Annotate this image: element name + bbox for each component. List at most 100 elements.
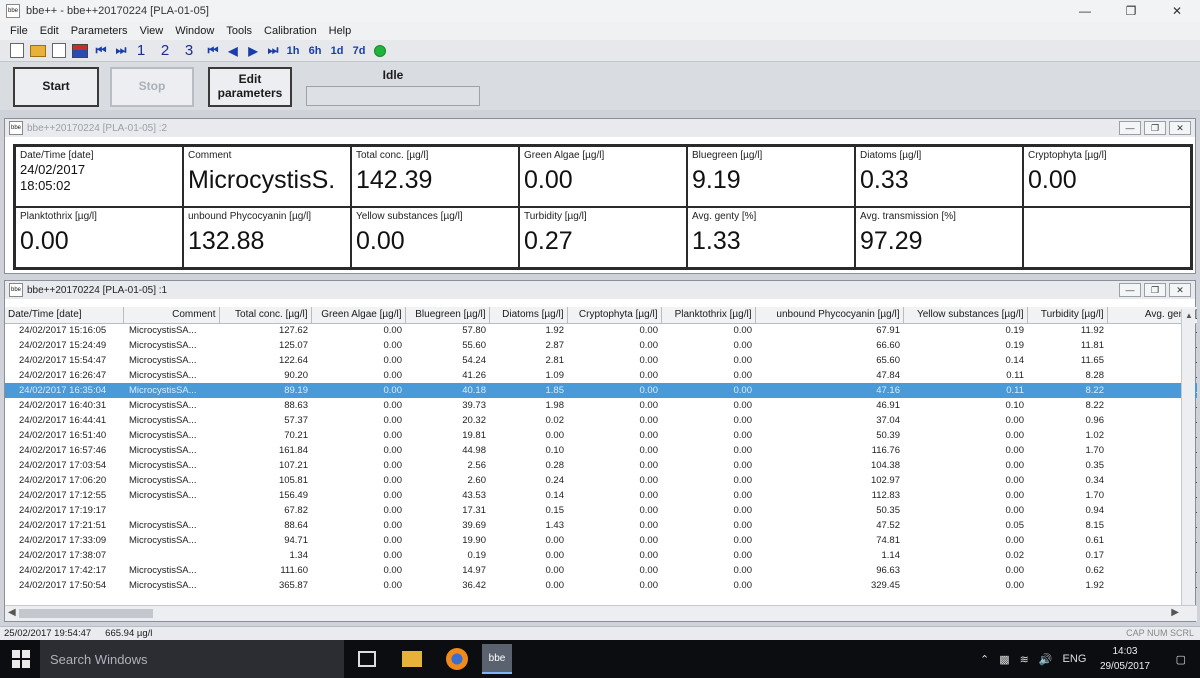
start-button[interactable]: Start: [13, 67, 99, 107]
column-header[interactable]: Yellow substances [µg/l]: [903, 307, 1028, 324]
close-icon[interactable]: ✕: [1169, 121, 1191, 135]
menu-view[interactable]: View: [140, 25, 164, 37]
minimize-icon[interactable]: —: [1119, 121, 1141, 135]
table-row[interactable]: 24/02/2017 16:57:46 MicrocystisSA... 161.8…: [5, 443, 1197, 458]
column-header[interactable]: Bluegreen [µg/l]: [405, 307, 490, 324]
table-row[interactable]: 24/02/2017 17:03:54 MicrocystisSA... 107.2…: [5, 458, 1197, 473]
table-row[interactable]: 24/02/2017 15:16:05 MicrocystisSA... 127.6…: [5, 323, 1197, 338]
file-explorer-icon[interactable]: [402, 651, 422, 667]
table-cell: 24/02/2017 16:44:41: [19, 415, 107, 426]
table-row[interactable]: 24/02/2017 15:54:47 MicrocystisSA... 122.6…: [5, 353, 1197, 368]
value-card-label: Cryptophyta [µg/l]: [1028, 150, 1107, 161]
vertical-scrollbar[interactable]: ▲: [1181, 309, 1195, 605]
range-1h-button[interactable]: 1h: [286, 42, 300, 60]
menu-calibration[interactable]: Calibration: [264, 25, 317, 37]
column-header[interactable]: Cryptophyta [µg/l]: [567, 307, 662, 324]
table-view-icon[interactable]: [72, 43, 88, 58]
column-header[interactable]: Total conc. [µg/l]: [219, 307, 312, 324]
firefox-icon[interactable]: [446, 648, 468, 670]
page-3-button[interactable]: 3: [182, 42, 196, 60]
value-card-value: 0.00: [20, 227, 69, 255]
table-row[interactable]: 24/02/2017 17:12:55 MicrocystisSA... 156.4…: [5, 488, 1197, 503]
table-row[interactable]: 24/02/2017 17:42:17 MicrocystisSA... 111.6…: [5, 563, 1197, 578]
page-1-button[interactable]: 1: [134, 42, 148, 60]
table-cell: MicrocystisSA...: [129, 415, 197, 426]
column-header[interactable]: unbound Phycocyanin [µg/l]: [755, 307, 904, 324]
table-row[interactable]: 24/02/2017 16:51:40 MicrocystisSA... 70.21…: [5, 428, 1197, 443]
bbe-app-icon[interactable]: bbe: [482, 644, 512, 674]
menu-parameters[interactable]: Parameters: [71, 25, 128, 37]
scroll-up-icon[interactable]: ▲: [1185, 311, 1193, 320]
rewind-icon[interactable]: ⏮: [206, 42, 220, 60]
table-row[interactable]: 24/02/2017 17:06:20 MicrocystisSA... 105.8…: [5, 473, 1197, 488]
clock[interactable]: 14:03 29/05/2017: [1100, 644, 1150, 674]
table-cell: 0.00: [639, 550, 659, 561]
table-row[interactable]: 24/02/2017 17:19:17 67.82 0.00 17.31 0.15 0.0…: [5, 503, 1197, 518]
open-folder-icon[interactable]: [30, 44, 46, 57]
table-row[interactable]: 24/02/2017 15:24:49 MicrocystisSA... 125.0…: [5, 338, 1197, 353]
table-row[interactable]: 24/02/2017 17:21:51 MicrocystisSA... 88.64…: [5, 518, 1197, 533]
menu-file[interactable]: File: [10, 25, 28, 37]
menu-window[interactable]: Window: [175, 25, 214, 37]
restore-icon[interactable]: ❐: [1144, 121, 1166, 135]
last-record-icon[interactable]: ⏭: [114, 42, 128, 60]
taskbar: Search Windows bbe ⌃ ▩ ≋ 🔊 ENG 14:03 29/…: [0, 640, 1200, 678]
menu-edit[interactable]: Edit: [40, 25, 59, 37]
chevron-up-icon[interactable]: ⌃: [980, 653, 989, 666]
scroll-left-icon[interactable]: ◀: [8, 607, 16, 618]
menu-help[interactable]: Help: [329, 25, 352, 37]
windows-start-icon[interactable]: [12, 650, 30, 668]
edit-parameters-button[interactable]: Edit parameters: [208, 67, 292, 107]
close-icon[interactable]: ✕: [1154, 0, 1200, 22]
table-row[interactable]: 24/02/2017 17:33:09 MicrocystisSA... 94.71…: [5, 533, 1197, 548]
wifi-icon[interactable]: ≋: [1020, 653, 1029, 666]
table-row[interactable]: 24/02/2017 16:40:31 MicrocystisSA... 88.63…: [5, 398, 1197, 413]
value-card-label: Bluegreen [µg/l]: [692, 150, 763, 161]
prev-icon[interactable]: ◀: [226, 42, 240, 60]
range-7d-button[interactable]: 7d: [352, 42, 366, 60]
table-row[interactable]: 24/02/2017 16:26:47 MicrocystisSA... 90.20…: [5, 368, 1197, 383]
restore-icon[interactable]: ❐: [1144, 283, 1166, 297]
search-box[interactable]: Search Windows: [40, 640, 344, 678]
stop-button[interactable]: Stop: [110, 67, 194, 107]
column-header[interactable]: Turbidity [µg/l]: [1027, 307, 1108, 324]
range-6h-button[interactable]: 6h: [308, 42, 322, 60]
table-cell: MicrocystisSA...: [129, 460, 197, 471]
column-header[interactable]: Planktothrix [µg/l]: [661, 307, 756, 324]
table-cell: 0.00: [733, 565, 753, 576]
column-header[interactable]: Green Algae [µg/l]: [311, 307, 406, 324]
page-2-button[interactable]: 2: [158, 42, 172, 60]
column-header[interactable]: Diatoms [µg/l]: [489, 307, 568, 324]
first-record-icon[interactable]: ⏮: [94, 42, 108, 60]
table-cell: 1.70: [1085, 490, 1105, 501]
task-view-icon[interactable]: [358, 651, 376, 667]
table-cell: 0.00: [383, 520, 403, 531]
table-row[interactable]: 24/02/2017 17:50:54 MicrocystisSA... 365.8…: [5, 578, 1197, 593]
next-icon[interactable]: ▶: [246, 42, 260, 60]
fast-forward-icon[interactable]: ⏭: [266, 42, 280, 60]
range-1d-button[interactable]: 1d: [330, 42, 344, 60]
minimize-icon[interactable]: —: [1062, 0, 1108, 22]
language-indicator[interactable]: ENG: [1063, 653, 1087, 665]
copy-icon[interactable]: [52, 43, 66, 58]
volume-icon[interactable]: 🔊: [1039, 653, 1053, 666]
current-values-titlebar: bbe bbe++20170224 [PLA-01-05] :2 — ❐ ✕: [5, 119, 1195, 137]
scrollbar-thumb[interactable]: [19, 609, 153, 618]
close-icon[interactable]: ✕: [1169, 283, 1191, 297]
scroll-right-icon[interactable]: ▶: [1171, 607, 1179, 618]
table-cell: 24/02/2017 17:19:17: [19, 505, 107, 516]
horizontal-scrollbar[interactable]: ◀ ▶: [5, 605, 1197, 621]
network-icon[interactable]: ▩: [999, 653, 1009, 666]
new-file-icon[interactable]: [10, 43, 24, 58]
table-row[interactable]: 24/02/2017 16:44:41 MicrocystisSA... 57.37…: [5, 413, 1197, 428]
menu-tools[interactable]: Tools: [226, 25, 252, 37]
column-header[interactable]: Comment: [123, 307, 220, 324]
table-row[interactable]: 24/02/2017 16:35:04 MicrocystisSA... 89.19…: [5, 383, 1197, 398]
restore-icon[interactable]: ❐: [1108, 0, 1154, 22]
minimize-icon[interactable]: —: [1119, 283, 1141, 297]
table-row[interactable]: 24/02/2017 17:38:07 1.34 0.00 0.19 0.00 0.00 0…: [5, 548, 1197, 563]
notifications-icon[interactable]: ▢: [1176, 640, 1186, 678]
table-cell: 94.71: [284, 535, 308, 546]
column-header[interactable]: Date/Time [date]: [5, 307, 124, 324]
table-cell: MicrocystisSA...: [129, 445, 197, 456]
